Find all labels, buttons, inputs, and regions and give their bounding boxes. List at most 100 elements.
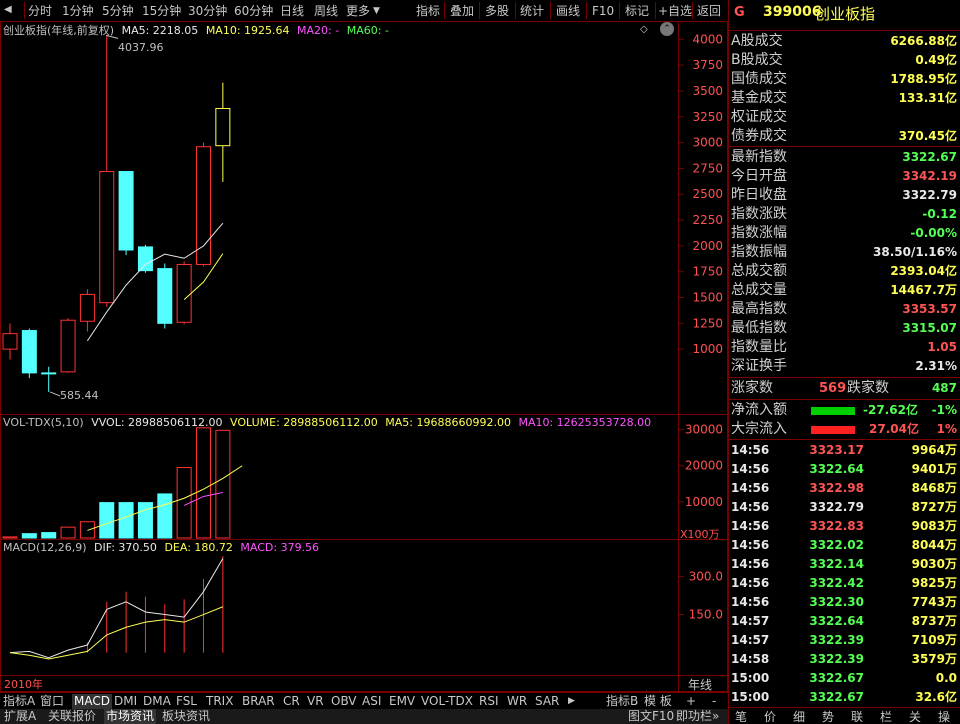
btn-mark[interactable]: 标记 bbox=[625, 3, 649, 19]
tab-1min[interactable]: 1分钟 bbox=[62, 3, 94, 19]
chart-options-icon[interactable]: ◇ bbox=[640, 24, 648, 35]
candle[interactable] bbox=[99, 35, 115, 307]
block-flow-pct: 1% bbox=[936, 422, 957, 436]
tab-trix[interactable]: TRIX bbox=[206, 694, 233, 709]
zoom-out-button[interactable]: - bbox=[712, 694, 716, 709]
volume-bar[interactable] bbox=[215, 429, 231, 539]
volume-bar[interactable] bbox=[118, 502, 134, 539]
tab-intraday[interactable]: 分时 bbox=[28, 3, 52, 19]
tab-weekly[interactable]: 周线 bbox=[314, 3, 338, 19]
panel-tab[interactable]: 操 bbox=[938, 710, 950, 724]
volume-bar[interactable] bbox=[21, 533, 37, 539]
volume-pane[interactable]: 30000 20000 10000 bbox=[2, 423, 723, 539]
candle[interactable] bbox=[60, 318, 76, 373]
panel-tab[interactable]: 关 bbox=[909, 710, 921, 724]
tab-vol-tdx[interactable]: VOL-TDX bbox=[421, 694, 473, 709]
panel-tab[interactable]: 势 bbox=[822, 710, 834, 724]
tick-time: 14:56 bbox=[731, 595, 770, 609]
candle[interactable] bbox=[157, 263, 173, 329]
candle[interactable] bbox=[21, 328, 37, 379]
candle[interactable] bbox=[137, 244, 153, 273]
tab-window[interactable]: 窗口 bbox=[40, 694, 64, 709]
volume-bar[interactable] bbox=[79, 521, 95, 539]
tab-wr[interactable]: WR bbox=[507, 694, 527, 709]
chart-area[interactable]: 4000 3750 3500 3250 3000 2750 2500 2250 2000 1750… bbox=[0, 21, 728, 692]
pane-collapse-icon[interactable]: ⌃ bbox=[660, 22, 674, 36]
candle[interactable] bbox=[79, 289, 95, 332]
vol-title: VOL-TDX(5,10) bbox=[3, 416, 84, 429]
tab-brar[interactable]: BRAR bbox=[242, 694, 275, 709]
tab-vr[interactable]: VR bbox=[307, 694, 324, 709]
tab-cr[interactable]: CR bbox=[283, 694, 300, 709]
tab-daily[interactable]: 日线 bbox=[280, 3, 304, 19]
btn-add-watchlist[interactable]: +自选 bbox=[658, 3, 692, 19]
volume-unit-label: X100万 bbox=[680, 528, 720, 541]
tab-f10-text[interactable]: 图文F10 bbox=[628, 709, 674, 724]
volume-bar[interactable] bbox=[60, 526, 76, 539]
btn-multi-stock[interactable]: 多股 bbox=[485, 3, 509, 19]
candlestick-pane[interactable]: 4000 3750 3500 3250 3000 2750 2500 2250 2000 1750… bbox=[2, 32, 723, 397]
tab-market-news[interactable]: 市场资讯 bbox=[104, 709, 157, 724]
macd-pane[interactable]: 300.0 150.0 bbox=[9, 556, 723, 660]
volume-bar[interactable] bbox=[99, 502, 115, 539]
turnover-unit: 亿 bbox=[944, 53, 957, 67]
tab-15min[interactable]: 15分钟 bbox=[142, 3, 181, 19]
tab-indicator-b[interactable]: 指标B bbox=[606, 694, 638, 709]
tab-macd[interactable]: MACD bbox=[72, 694, 112, 709]
candle[interactable] bbox=[215, 82, 231, 182]
tab-fsl[interactable]: FSL bbox=[176, 694, 197, 709]
expand-icon[interactable]: ◀ bbox=[4, 3, 14, 17]
tab-more-arrow-icon[interactable]: ▶ bbox=[568, 694, 575, 709]
panel-tab[interactable]: 细 bbox=[793, 710, 805, 724]
panel-tab[interactable]: 价 bbox=[764, 710, 776, 724]
candle[interactable] bbox=[196, 142, 211, 267]
candle[interactable] bbox=[2, 323, 18, 360]
quote-label: 指数涨跌 bbox=[731, 206, 787, 222]
turnover-value: 1788.95亿 bbox=[890, 70, 957, 89]
more-dropdown-icon[interactable]: ▼ bbox=[373, 3, 380, 19]
volume-bar[interactable] bbox=[41, 532, 57, 539]
tick-price: 3322.39 bbox=[809, 652, 864, 666]
tab-sar[interactable]: SAR bbox=[535, 694, 559, 709]
tab-function-bar[interactable]: 即功栏» bbox=[676, 709, 719, 724]
tab-indicator-a[interactable]: 指标A bbox=[3, 694, 35, 709]
panel-tab[interactable]: 联 bbox=[851, 710, 863, 724]
btn-overlay[interactable]: 叠加 bbox=[450, 3, 474, 19]
tab-related-quotes[interactable]: 关联报价 bbox=[48, 709, 96, 724]
candle[interactable] bbox=[176, 261, 192, 325]
tab-dma[interactable]: DMA bbox=[143, 694, 171, 709]
volume-pane-header: VOL-TDX(5,10) VVOL: 28988506112.00 VOLUM… bbox=[3, 416, 651, 430]
tab-dmi[interactable]: DMI bbox=[114, 694, 137, 709]
panel-tab[interactable]: 笔 bbox=[735, 710, 747, 724]
btn-draw-line[interactable]: 画线 bbox=[556, 3, 580, 19]
btn-f10[interactable]: F10 bbox=[592, 3, 614, 19]
zoom-in-button[interactable]: + bbox=[686, 694, 696, 709]
volume-bar[interactable] bbox=[196, 427, 211, 539]
tab-5min[interactable]: 5分钟 bbox=[102, 3, 134, 19]
tick-volume: 8468万 bbox=[911, 481, 957, 495]
tab-60min[interactable]: 60分钟 bbox=[234, 3, 273, 19]
turnover-amount: 0.49 bbox=[915, 53, 945, 67]
candle[interactable] bbox=[118, 171, 134, 256]
tab-rsi[interactable]: RSI bbox=[479, 694, 499, 709]
tab-extension-a[interactable]: 扩展A bbox=[4, 709, 36, 724]
tab-more[interactable]: 更多 bbox=[346, 3, 370, 19]
tab-asi[interactable]: ASI bbox=[362, 694, 381, 709]
volume-bar[interactable] bbox=[137, 502, 153, 539]
volume-bar[interactable] bbox=[157, 493, 173, 539]
tab-30min[interactable]: 30分钟 bbox=[188, 3, 227, 19]
tick-volume: 9030万 bbox=[911, 557, 957, 571]
y-tick-label: 3500 bbox=[692, 84, 723, 98]
tab-template[interactable]: 模 板 bbox=[644, 694, 672, 709]
turnover-row: 国债成交 1788.95亿 bbox=[729, 70, 960, 89]
btn-indicator[interactable]: 指标 bbox=[416, 3, 440, 19]
tab-emv[interactable]: EMV bbox=[389, 694, 415, 709]
btn-statistics[interactable]: 统计 bbox=[520, 3, 544, 19]
panel-tab[interactable]: 栏 bbox=[880, 710, 892, 724]
tab-obv[interactable]: OBV bbox=[331, 694, 357, 709]
btn-back[interactable]: 返回 bbox=[697, 3, 721, 19]
tick-row: 14:56 3323.17 9964万 bbox=[729, 441, 960, 460]
tab-sector-news[interactable]: 板块资讯 bbox=[162, 709, 210, 724]
volume-bar[interactable] bbox=[2, 536, 18, 539]
candle[interactable] bbox=[41, 366, 57, 392]
